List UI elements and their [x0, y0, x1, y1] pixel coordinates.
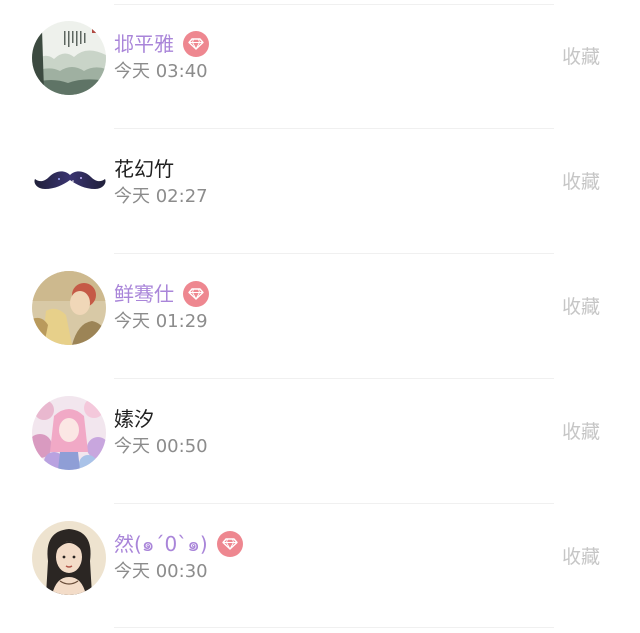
- landscape-painting-avatar-icon[interactable]: [32, 21, 106, 95]
- collect-button[interactable]: 收藏: [562, 45, 600, 69]
- list-item[interactable]: 邶平雅 今天 03:40 收藏: [0, 0, 640, 125]
- visit-time: 今天 01:29: [114, 311, 208, 332]
- collect-button[interactable]: 收藏: [562, 170, 600, 194]
- diamond-icon: [183, 31, 209, 57]
- flower-girl-avatar-icon[interactable]: [32, 396, 106, 470]
- user-name[interactable]: 邶平雅: [114, 32, 174, 56]
- user-name[interactable]: 然(๑´0`๑): [114, 532, 208, 556]
- visit-time: 今天 03:40: [114, 61, 208, 82]
- user-name[interactable]: 花幻竹: [114, 157, 174, 181]
- user-name[interactable]: 嫊汐: [114, 407, 154, 431]
- name-line: 花幻竹: [114, 154, 174, 184]
- name-line: 邶平雅: [114, 29, 209, 59]
- list-item[interactable]: 花幻竹 今天 02:27 收藏: [0, 125, 640, 250]
- visitor-list: 邶平雅 今天 03:40 收藏 花幻竹 今天 02:27 收藏 鲜骞仕 今天 0…: [0, 0, 640, 633]
- visit-time: 今天 02:27: [114, 186, 208, 207]
- user-name[interactable]: 鲜骞仕: [114, 282, 174, 306]
- collect-button[interactable]: 收藏: [562, 545, 600, 569]
- name-line: 然(๑´0`๑): [114, 529, 243, 559]
- row-divider: [114, 627, 554, 628]
- diamond-icon: [183, 281, 209, 307]
- name-line: 鲜骞仕: [114, 279, 209, 309]
- list-item[interactable]: 鲜骞仕 今天 01:29 收藏: [0, 250, 640, 375]
- illustrated-woman-avatar-icon[interactable]: [32, 521, 106, 595]
- mustache-avatar-icon[interactable]: [33, 167, 107, 193]
- list-item[interactable]: 然(๑´0`๑) 今天 00:30 收藏: [0, 500, 640, 625]
- list-item[interactable]: 嫊汐 今天 00:50 收藏: [0, 375, 640, 500]
- visit-time: 今天 00:50: [114, 436, 208, 457]
- collect-button[interactable]: 收藏: [562, 420, 600, 444]
- name-line: 嫊汐: [114, 404, 154, 434]
- diamond-icon: [216, 531, 243, 557]
- visit-time: 今天 00:30: [114, 561, 208, 582]
- portrait-photo-avatar-icon[interactable]: [32, 271, 106, 345]
- collect-button[interactable]: 收藏: [562, 295, 600, 319]
